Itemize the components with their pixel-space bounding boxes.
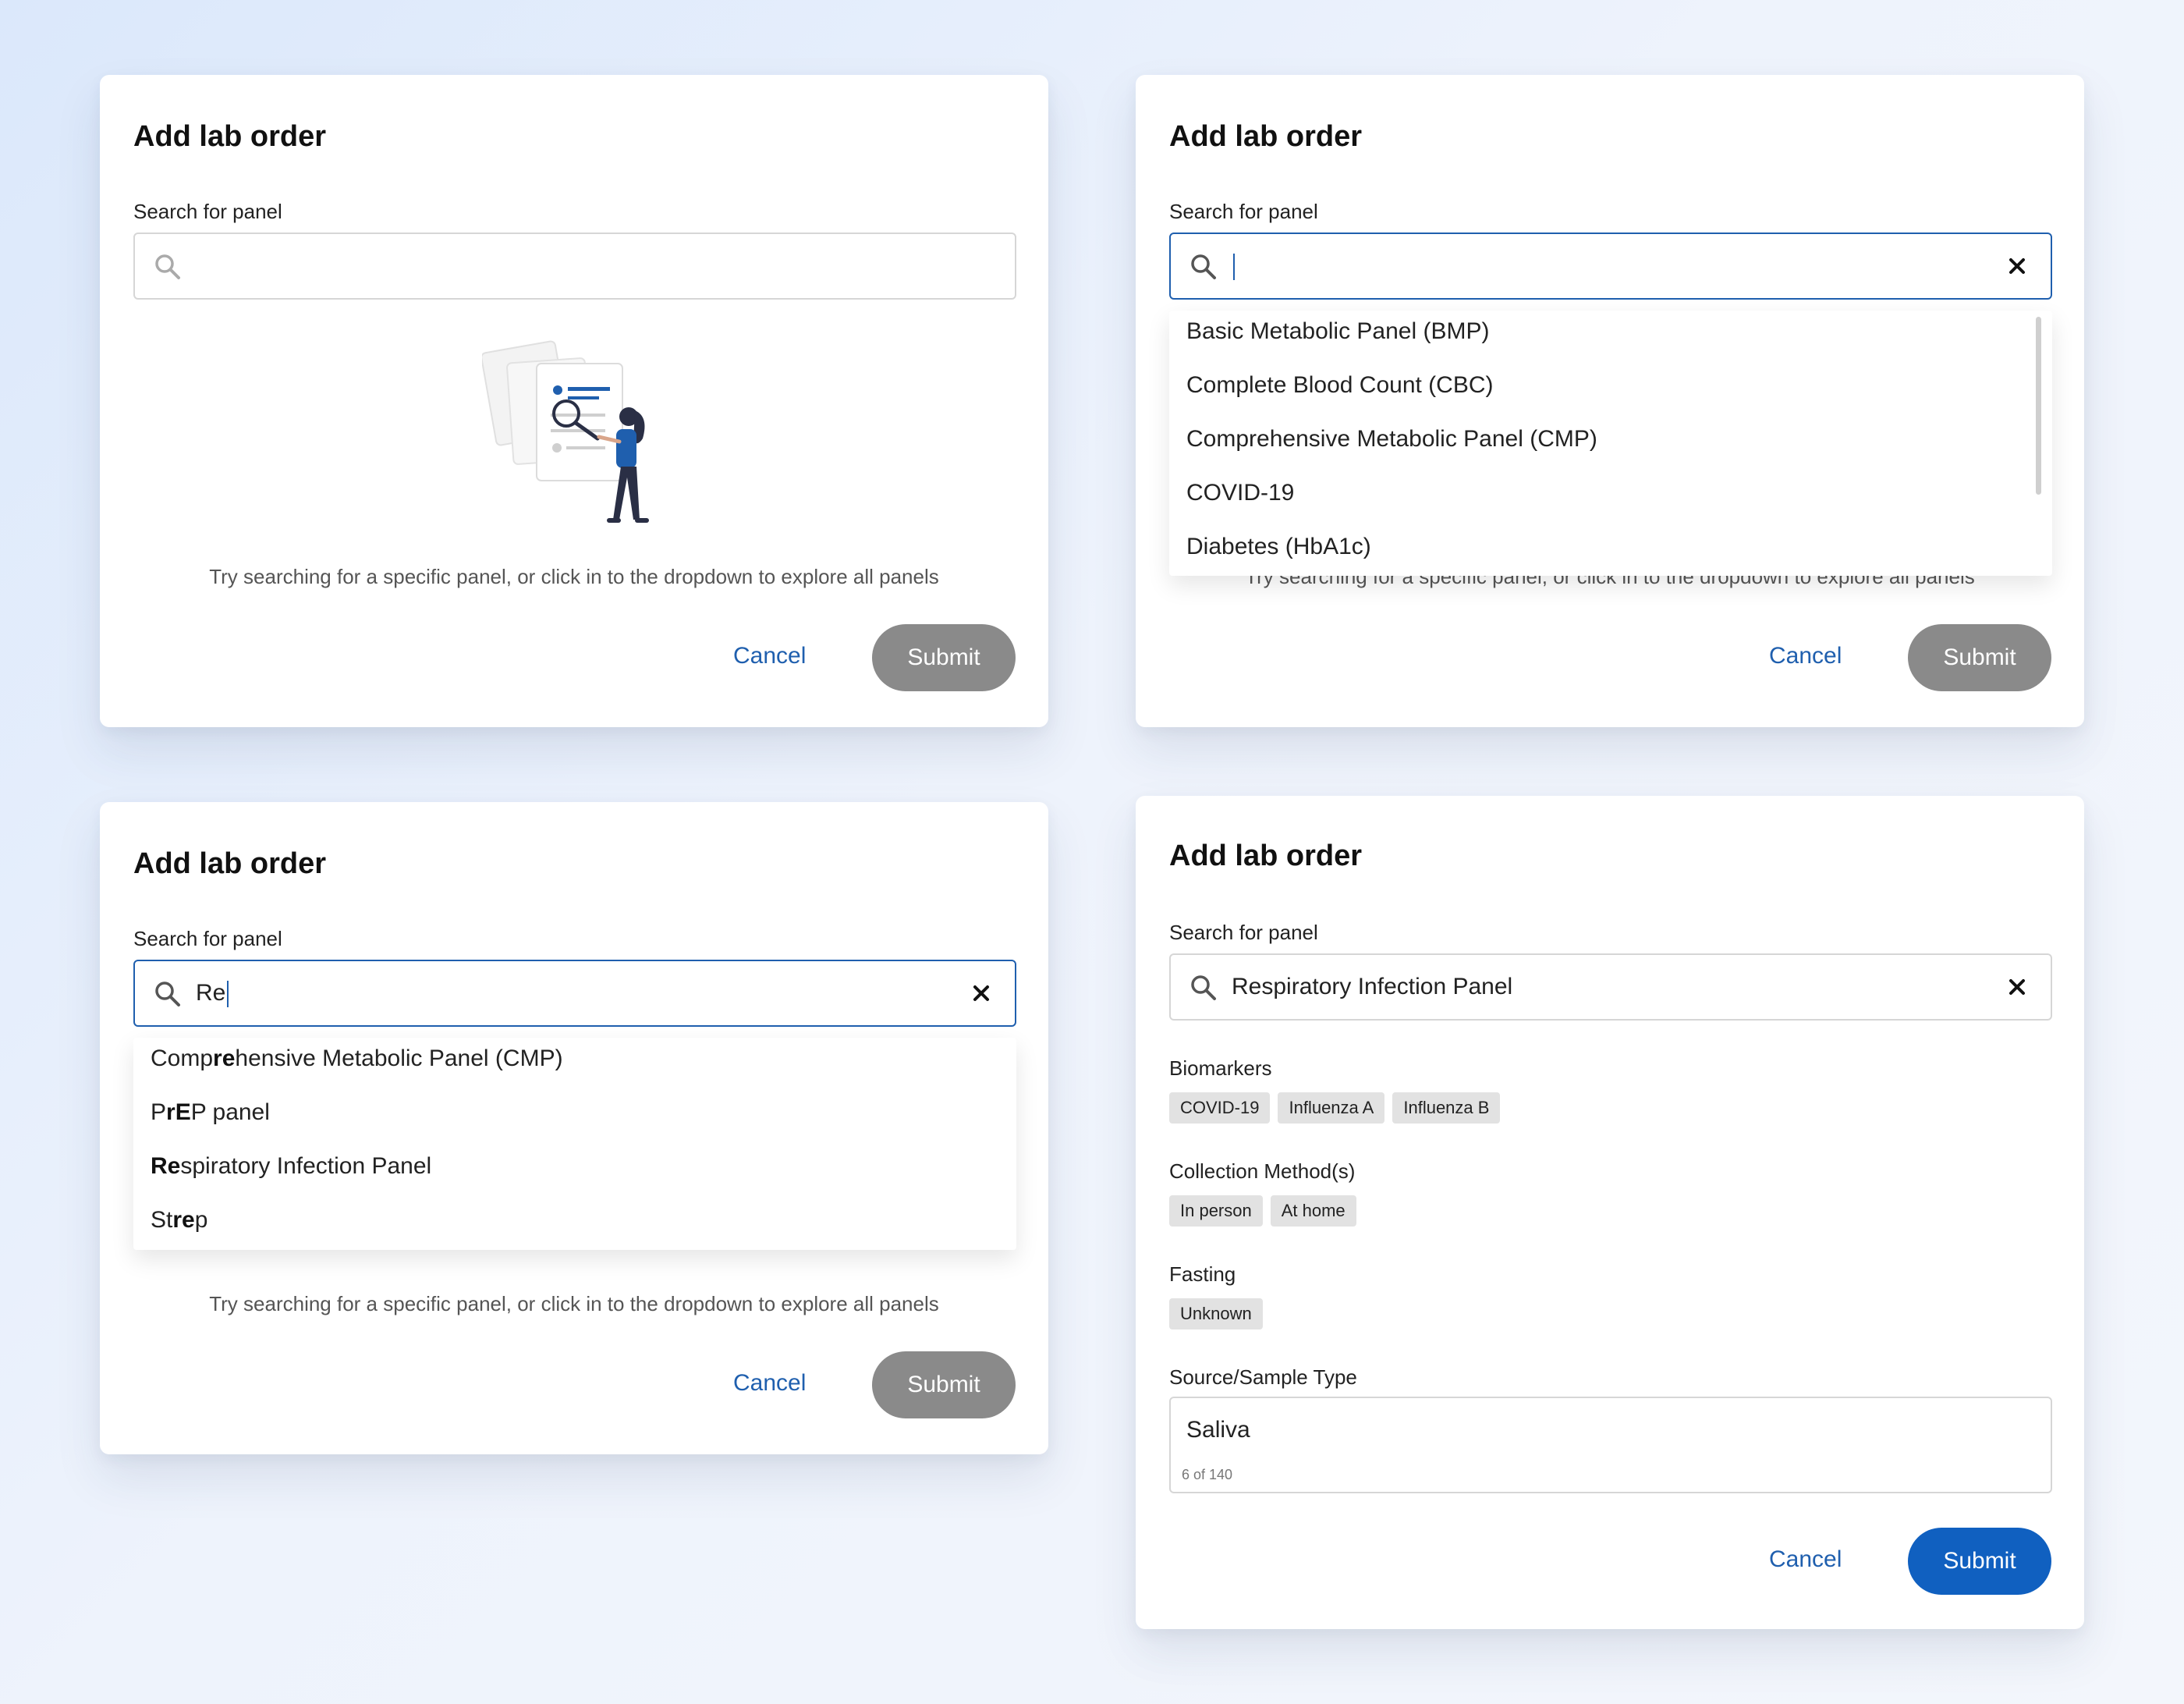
biomarker-chip: Influenza A (1278, 1092, 1385, 1124)
empty-hint: Try searching for a specific panel, or c… (209, 1292, 939, 1315)
search-input[interactable]: Respiratory Infection Panel (1169, 953, 2052, 1021)
collection-chip: In person (1169, 1195, 1263, 1227)
text-caret (227, 981, 229, 1008)
cancel-button[interactable]: Cancel (1769, 1546, 1842, 1573)
card-title: Add lab order (1169, 840, 1363, 872)
fasting-label: Fasting (1169, 1262, 1236, 1286)
submit-button[interactable]: Submit (1908, 624, 2051, 691)
dropdown-item[interactable]: Comprehensive Metabolic Panel (CMP) (151, 1045, 563, 1072)
biomarker-chip: Influenza B (1392, 1092, 1501, 1124)
search-value: Re (196, 980, 229, 1008)
lab-order-card-filtered: Add lab order Search for panel Try searc… (100, 802, 1048, 1454)
source-value: Saliva (1186, 1417, 1250, 1443)
card-title: Add lab order (1169, 120, 1363, 153)
search-label: Search for panel (133, 200, 282, 223)
submit-button[interactable]: Submit (1908, 1528, 2051, 1595)
canvas: Add lab order Search for panel Try searc… (0, 0, 2184, 1704)
text-caret (1233, 254, 1235, 281)
biomarker-chip: COVID-19 (1169, 1092, 1271, 1124)
dropdown-item[interactable]: Complete Blood Count (CBC) (1186, 372, 1494, 399)
close-icon[interactable] (966, 978, 996, 1008)
search-value: Respiratory Infection Panel (1232, 974, 1513, 999)
card-title: Add lab order (133, 847, 327, 880)
search-input[interactable] (133, 233, 1016, 300)
search-input[interactable]: Re (133, 960, 1016, 1027)
dropdown-item[interactable]: COVID-19 (1186, 480, 1294, 506)
collection-label: Collection Method(s) (1169, 1159, 1356, 1183)
cancel-button[interactable]: Cancel (733, 643, 806, 669)
dropdown-item[interactable]: Respiratory Infection Panel (151, 1153, 431, 1180)
biomarkers-chips: COVID-19 Influenza A Influenza B (1169, 1092, 1508, 1124)
search-icon (1191, 975, 1216, 1000)
search-label: Search for panel (1169, 200, 1318, 223)
search-value (1232, 253, 1235, 281)
search-input[interactable] (1169, 233, 2052, 300)
source-label: Source/Sample Type (1169, 1365, 1357, 1389)
dropdown-item[interactable]: Comprehensive Metabolic Panel (CMP) (1186, 426, 1597, 453)
dropdown-scrollbar[interactable] (2036, 317, 2041, 495)
close-icon[interactable] (2002, 251, 2032, 281)
dropdown-item[interactable]: Basic Metabolic Panel (BMP) (1186, 318, 1489, 345)
lab-order-card-empty: Add lab order Search for panel Try searc… (100, 75, 1048, 727)
search-illustration (482, 340, 649, 523)
search-icon (1191, 254, 1216, 279)
search-icon (155, 254, 180, 279)
lab-order-card-dropdown: Add lab order Search for panel Try searc… (1136, 75, 2084, 727)
fasting-chip: Unknown (1169, 1298, 1263, 1329)
biomarkers-label: Biomarkers (1169, 1056, 1272, 1080)
collection-chip: At home (1270, 1195, 1356, 1227)
submit-button[interactable]: Submit (872, 1351, 1016, 1418)
lab-order-card-selected: Add lab order Search for panel Respirato… (1136, 796, 2084, 1629)
close-icon[interactable] (2002, 972, 2032, 1002)
card-title: Add lab order (133, 120, 327, 153)
fasting-chips: Unknown (1169, 1298, 1271, 1329)
empty-hint: Try searching for a specific panel, or c… (209, 565, 939, 588)
dropdown-item[interactable]: Strep (151, 1207, 207, 1234)
dropdown-item[interactable]: PrEP panel (151, 1099, 270, 1126)
panel-dropdown: Basic Metabolic Panel (BMP) Complete Blo… (1169, 311, 2052, 576)
search-label: Search for panel (1169, 921, 1318, 944)
source-sample-input[interactable]: Saliva 6 of 140 (1169, 1397, 2052, 1493)
dropdown-item[interactable]: Diabetes (HbA1c) (1186, 534, 1371, 560)
collection-chips: In person At home (1169, 1195, 1364, 1227)
character-counter: 6 of 140 (1182, 1467, 1233, 1482)
search-label: Search for panel (133, 927, 282, 950)
submit-button[interactable]: Submit (872, 624, 1016, 691)
cancel-button[interactable]: Cancel (1769, 643, 1842, 669)
cancel-button[interactable]: Cancel (733, 1370, 806, 1397)
search-icon (155, 982, 180, 1006)
panel-dropdown: Comprehensive Metabolic Panel (CMP) PrEP… (133, 1038, 1016, 1250)
